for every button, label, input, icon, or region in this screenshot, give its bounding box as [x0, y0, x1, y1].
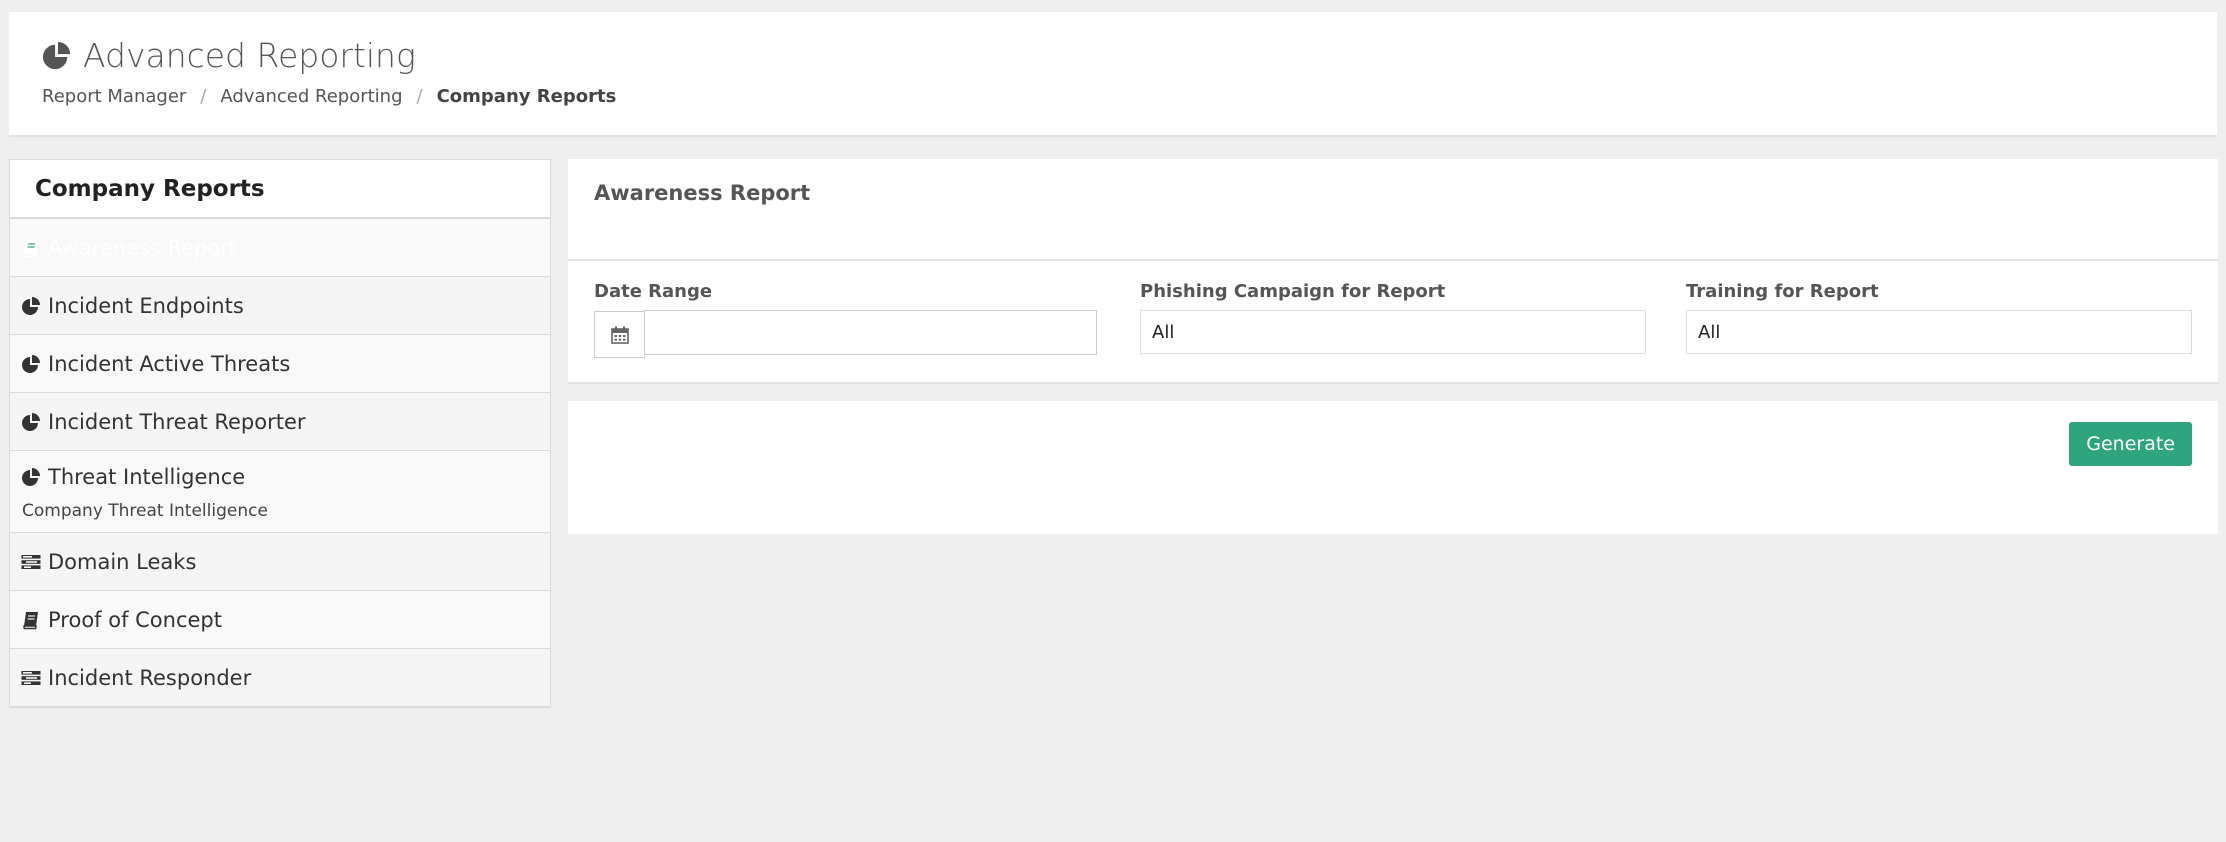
breadcrumb-separator: / [416, 86, 423, 107]
pie-chart-icon [42, 41, 71, 69]
calendar-icon [610, 326, 629, 344]
sidebar-item-label: Proof of Concept [48, 607, 222, 632]
phishing-campaign-select[interactable]: All [1140, 310, 1646, 354]
training-value: All [1698, 321, 1721, 343]
sidebar-title: Company Reports [10, 160, 550, 219]
sidebar-item-label: Incident Threat Reporter [48, 409, 306, 434]
pie-chart-icon [21, 467, 41, 487]
sidebar-item-label: Incident Endpoints [48, 293, 244, 318]
report-form-panel: Awareness Report Date Range Phishing Cam [568, 159, 2218, 384]
page-title-text: Advanced Reporting [83, 36, 416, 75]
sidebar-item-proof-of-concept[interactable]: Proof of Concept [10, 591, 550, 649]
page-title: Advanced Reporting [42, 36, 416, 75]
breadcrumb-report-manager[interactable]: Report Manager [42, 86, 186, 107]
training-group: Training for Report All [1686, 281, 2192, 354]
sidebar-item-domain-leaks[interactable]: Domain Leaks [10, 533, 550, 591]
page-header: Advanced Reporting Report Manager / Adva… [9, 12, 2217, 137]
sidebar: Company Reports Awareness Report Incident… [9, 159, 551, 708]
tasks-icon [21, 668, 41, 688]
sidebar-item-incident-responder[interactable]: Incident Responder [10, 649, 550, 707]
pie-chart-icon [21, 412, 41, 432]
sidebar-item-incident-threat-reporter[interactable]: Incident Threat Reporter [10, 393, 550, 451]
training-select[interactable]: All [1686, 310, 2192, 354]
sidebar-item-awareness-report[interactable]: Awareness Report [10, 219, 550, 277]
tasks-icon [21, 552, 41, 572]
sidebar-list: Awareness Report Incident Endpoints Incide… [10, 219, 550, 707]
sidebar-item-subtitle: Company Threat Intelligence [22, 500, 268, 521]
sidebar-item-label: Incident Active Threats [48, 351, 291, 376]
book-icon [21, 610, 41, 630]
sidebar-item-label: Domain Leaks [48, 549, 197, 574]
phishing-campaign-label: Phishing Campaign for Report [1140, 281, 1446, 302]
sidebar-item-label: Threat Intelligence [48, 464, 246, 489]
sidebar-item-label: Incident Responder [48, 665, 252, 690]
sidebar-item-label: Awareness Report [48, 235, 238, 260]
phishing-campaign-value: All [1152, 321, 1175, 343]
phishing-campaign-group: Phishing Campaign for Report All [1140, 281, 1646, 354]
breadcrumb-company-reports: Company Reports [436, 86, 617, 107]
sidebar-item-threat-intelligence[interactable]: Threat Intelligence Company Threat Intell… [10, 451, 550, 533]
calendar-button[interactable] [594, 311, 645, 358]
date-range-group: Date Range [594, 281, 1097, 358]
generate-button[interactable]: Generate [2069, 422, 2192, 466]
pie-chart-icon [21, 354, 41, 374]
breadcrumb: Report Manager / Advanced Reporting / Co… [42, 86, 616, 107]
report-title: Awareness Report [568, 159, 2218, 261]
sidebar-item-incident-endpoints[interactable]: Incident Endpoints [10, 277, 550, 335]
actions-panel: Generate [568, 401, 2218, 534]
date-range-input[interactable] [644, 310, 1097, 355]
book-icon [21, 238, 41, 258]
pie-chart-icon [21, 296, 41, 316]
breadcrumb-separator: / [200, 86, 207, 107]
training-label: Training for Report [1686, 281, 1879, 302]
breadcrumb-advanced-reporting[interactable]: Advanced Reporting [220, 86, 402, 107]
sidebar-item-incident-active-threats[interactable]: Incident Active Threats [10, 335, 550, 393]
date-range-label: Date Range [594, 281, 713, 302]
